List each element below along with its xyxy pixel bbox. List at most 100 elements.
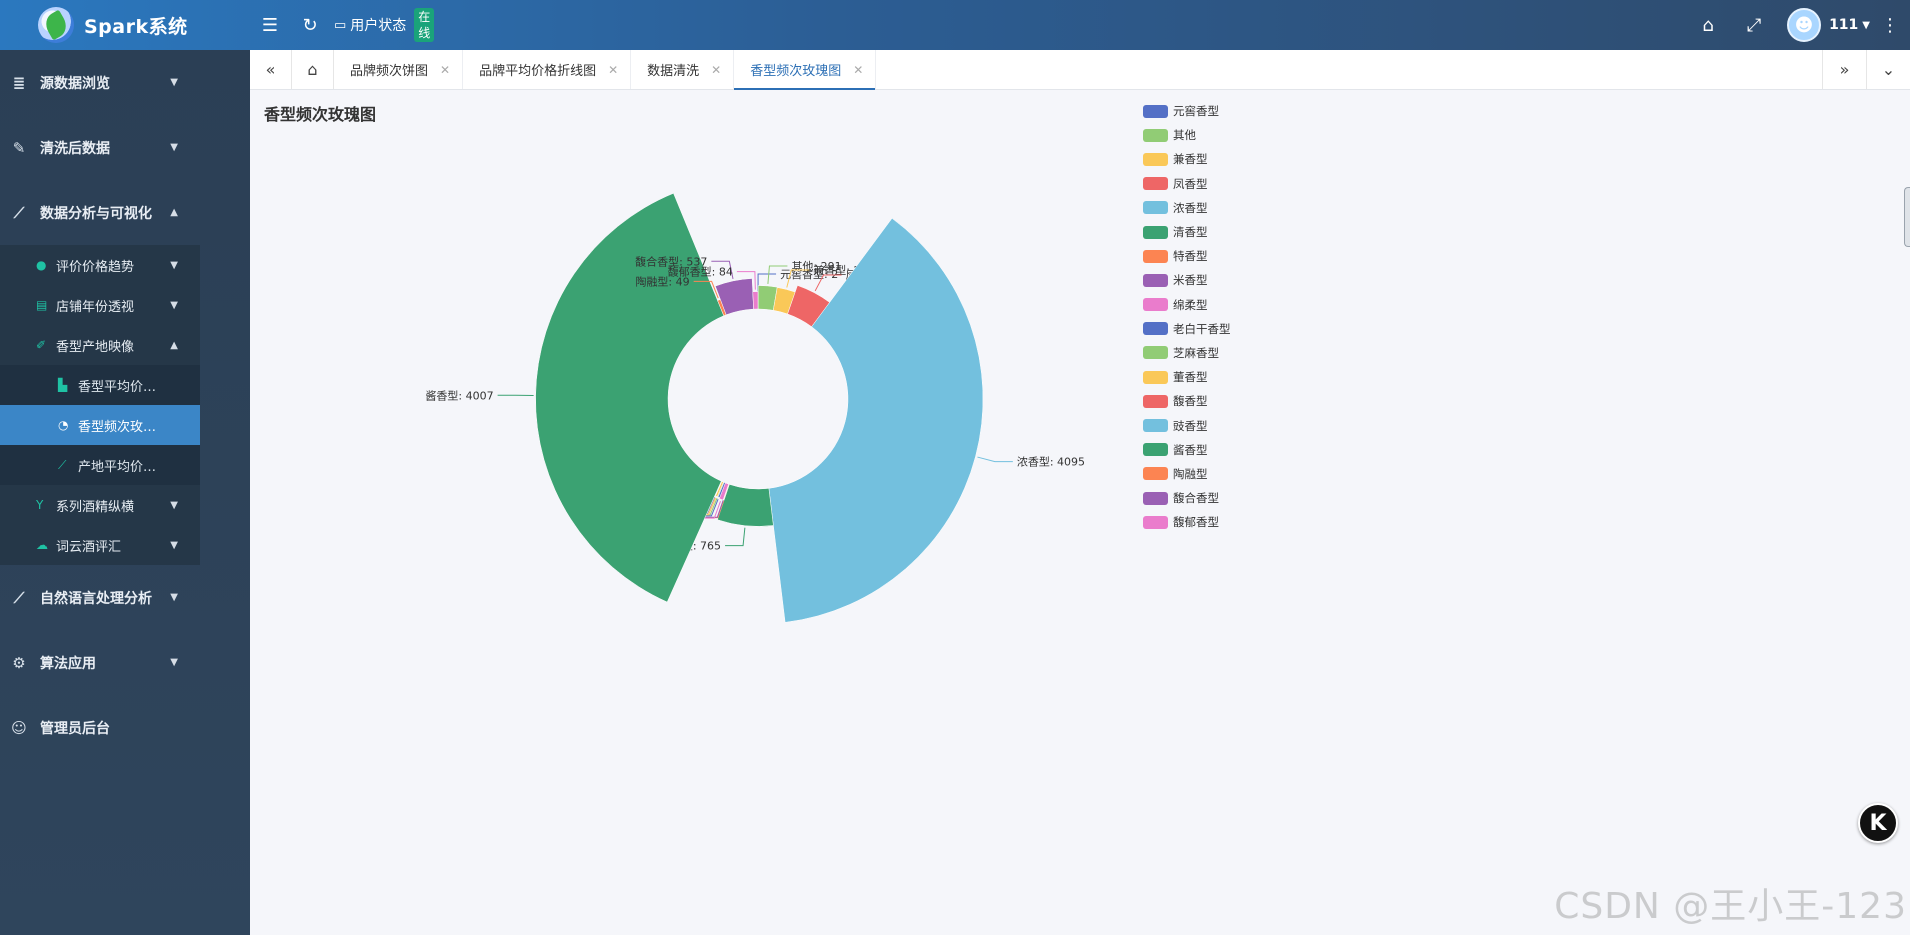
- user-status-label: 用户状态: [350, 18, 407, 34]
- username[interactable]: 111: [1829, 17, 1858, 33]
- sidebar-item-aroma-rose[interactable]: ◔ 香型频次玫…: [0, 405, 200, 445]
- legend-item[interactable]: 其他: [1143, 123, 1231, 147]
- tab-aroma-rose[interactable]: 香型频次玫瑰图 ✕: [734, 50, 877, 90]
- sidebar-item-label: 产地平均价…: [78, 459, 157, 475]
- legend-item[interactable]: 酱香型: [1143, 438, 1231, 462]
- sidebar-item-label: 系列酒精纵横: [56, 499, 135, 515]
- legend-item[interactable]: 浓香型: [1143, 196, 1231, 220]
- tabs-menu-chevron-down-icon[interactable]: ⌄: [1866, 50, 1910, 89]
- sidebar-item-label: 香型平均价…: [78, 379, 157, 395]
- sidebar-item-nlp[interactable]: ⟋ 自然语言处理分析 ▼: [0, 565, 250, 630]
- legend-item[interactable]: 米香型: [1143, 268, 1231, 292]
- legend-swatch: [1143, 225, 1168, 239]
- legend-swatch: [1143, 152, 1168, 166]
- legend-label: 米香型: [1173, 273, 1208, 288]
- legend-label: 清香型: [1173, 225, 1208, 240]
- user-status-menu[interactable]: ▭ 用户状态 在线: [334, 0, 435, 50]
- chevron-down-icon: ▼: [170, 539, 178, 551]
- legend-item[interactable]: 馥香型: [1143, 389, 1231, 413]
- tab-brand-price-line[interactable]: 品牌平均价格折线图 ✕: [463, 50, 632, 89]
- cloud-icon: ☁: [36, 538, 48, 552]
- brand[interactable]: Spark系统: [0, 0, 250, 50]
- legend-label: 元窖香型: [1173, 104, 1219, 119]
- close-icon[interactable]: ✕: [853, 63, 863, 77]
- sidebar-item-algorithm[interactable]: ⚙ 算法应用 ▼: [0, 630, 250, 695]
- chevron-down-icon[interactable]: ▼: [1862, 20, 1870, 31]
- legend-item[interactable]: 凤香型: [1143, 172, 1231, 196]
- legend-label: 酱香型: [1173, 442, 1208, 457]
- sidebar-item-label: 管理员后台: [40, 720, 110, 737]
- legend-item[interactable]: 清香型: [1143, 220, 1231, 244]
- chevron-down-icon: ▼: [170, 142, 178, 153]
- legend-item[interactable]: 芝麻香型: [1143, 341, 1231, 365]
- tabs-scroll-right-icon[interactable]: »: [1822, 50, 1866, 89]
- sidebar-item-wordcloud[interactable]: ☁ 词云酒评汇 ▼: [0, 525, 200, 565]
- sidebar-item-store-year[interactable]: ▤ 店铺年份透视 ▼: [0, 285, 200, 325]
- online-badge: 在线: [414, 8, 435, 42]
- close-icon[interactable]: ✕: [440, 63, 450, 77]
- legend-item[interactable]: 陶融型: [1143, 462, 1231, 486]
- legend-swatch: [1143, 346, 1168, 360]
- user-cog-icon: ☺: [11, 718, 27, 737]
- sidebar-item-aroma-avg-price[interactable]: ▙ 香型平均价…: [0, 365, 200, 405]
- sidebar-item-label: 自然语言处理分析: [40, 590, 152, 607]
- database-icon: ≣: [12, 73, 26, 92]
- legend-swatch: [1143, 249, 1168, 263]
- tab-bar: « ⌂ 品牌频次饼图 ✕ 品牌平均价格折线图 ✕ 数据清洗 ✕ 香型频次玫瑰图 …: [250, 50, 1910, 90]
- legend-item[interactable]: 馥合香型: [1143, 486, 1231, 510]
- legend-swatch: [1143, 298, 1168, 312]
- legend-label: 豉香型: [1173, 418, 1208, 433]
- watermark: CSDN @王小王-123: [1554, 886, 1907, 927]
- chevron-up-icon: ▲: [170, 339, 178, 351]
- app-logo: [38, 7, 74, 43]
- sidebar-item-cleaned-data[interactable]: ✎ 清洗后数据 ▼: [0, 115, 250, 180]
- avatar[interactable]: ☻: [1787, 8, 1822, 42]
- tag-icon[interactable]: ⌂: [1685, 0, 1731, 50]
- fullscreen-icon[interactable]: ⤢: [1731, 0, 1777, 50]
- tab-data-cleaning[interactable]: 数据清洗 ✕: [631, 50, 735, 89]
- side-drawer-handle[interactable]: [1904, 187, 1910, 247]
- menu-toggle-icon[interactable]: ☰: [250, 0, 290, 50]
- comment-icon: ●: [36, 258, 47, 272]
- sidebar-item-analysis[interactable]: ⟋ 数据分析与可视化 ▲: [0, 180, 250, 245]
- bottle-icon: ✐: [36, 338, 47, 352]
- main-content: 香型频次玫瑰图 元窖香型: 2其他: 291兼香型: 282凤香型: 522浓香…: [250, 91, 1910, 935]
- legend-label: 馥香型: [1173, 394, 1208, 409]
- legend-label: 兼香型: [1173, 152, 1208, 167]
- legend-item[interactable]: 绵柔型: [1143, 293, 1231, 317]
- legend-item[interactable]: 馥郁香型: [1143, 510, 1231, 534]
- legend-item[interactable]: 豉香型: [1143, 413, 1231, 437]
- sidebar-item-series-alcohol[interactable]: Y 系列酒精纵横 ▼: [0, 485, 200, 525]
- sidebar-item-aroma-origin[interactable]: ✐ 香型产地映像 ▲: [0, 325, 200, 365]
- rose-slice[interactable]: [752, 291, 759, 310]
- sidebar-item-label: 香型频次玫…: [78, 419, 157, 435]
- refresh-icon[interactable]: ↻: [290, 0, 330, 50]
- legend-item[interactable]: 元窖香型: [1143, 99, 1231, 123]
- legend-label: 老白干香型: [1173, 321, 1231, 336]
- legend-label: 浓香型: [1173, 200, 1208, 215]
- legend-item[interactable]: 特香型: [1143, 244, 1231, 268]
- legend-swatch: [1143, 370, 1168, 384]
- tab-brand-pie[interactable]: 品牌频次饼图 ✕: [334, 50, 464, 89]
- legend-item[interactable]: 兼香型: [1143, 147, 1231, 171]
- floating-k-button[interactable]: K: [1858, 803, 1898, 843]
- chevron-down-icon: ▼: [170, 299, 178, 311]
- legend-item[interactable]: 董香型: [1143, 365, 1231, 389]
- home-icon[interactable]: ⌂: [292, 50, 334, 89]
- sidebar-item-admin[interactable]: ☺ 管理员后台: [0, 695, 250, 760]
- legend-swatch: [1143, 201, 1168, 215]
- legend-label: 其他: [1173, 128, 1196, 143]
- pie-chart-icon: ◔: [58, 418, 69, 432]
- store-icon: ▤: [36, 298, 48, 312]
- close-icon[interactable]: ✕: [711, 63, 721, 77]
- tabs-scroll-left-icon[interactable]: «: [250, 50, 292, 89]
- more-vertical-icon[interactable]: ⋮: [1870, 0, 1910, 50]
- sidebar-item-price-trend[interactable]: ● 评价价格趋势 ▼: [0, 245, 200, 285]
- close-icon[interactable]: ✕: [608, 63, 618, 77]
- legend-item[interactable]: 老白干香型: [1143, 317, 1231, 341]
- legend-label: 特香型: [1173, 249, 1208, 264]
- sidebar-item-origin-avg-price[interactable]: ⟋ 产地平均价…: [0, 445, 200, 485]
- sidebar-item-source-data[interactable]: ≣ 源数据浏览 ▼: [0, 50, 250, 115]
- tab-label: 品牌平均价格折线图: [479, 64, 597, 79]
- sidebar-item-label: 店铺年份透视: [56, 299, 135, 315]
